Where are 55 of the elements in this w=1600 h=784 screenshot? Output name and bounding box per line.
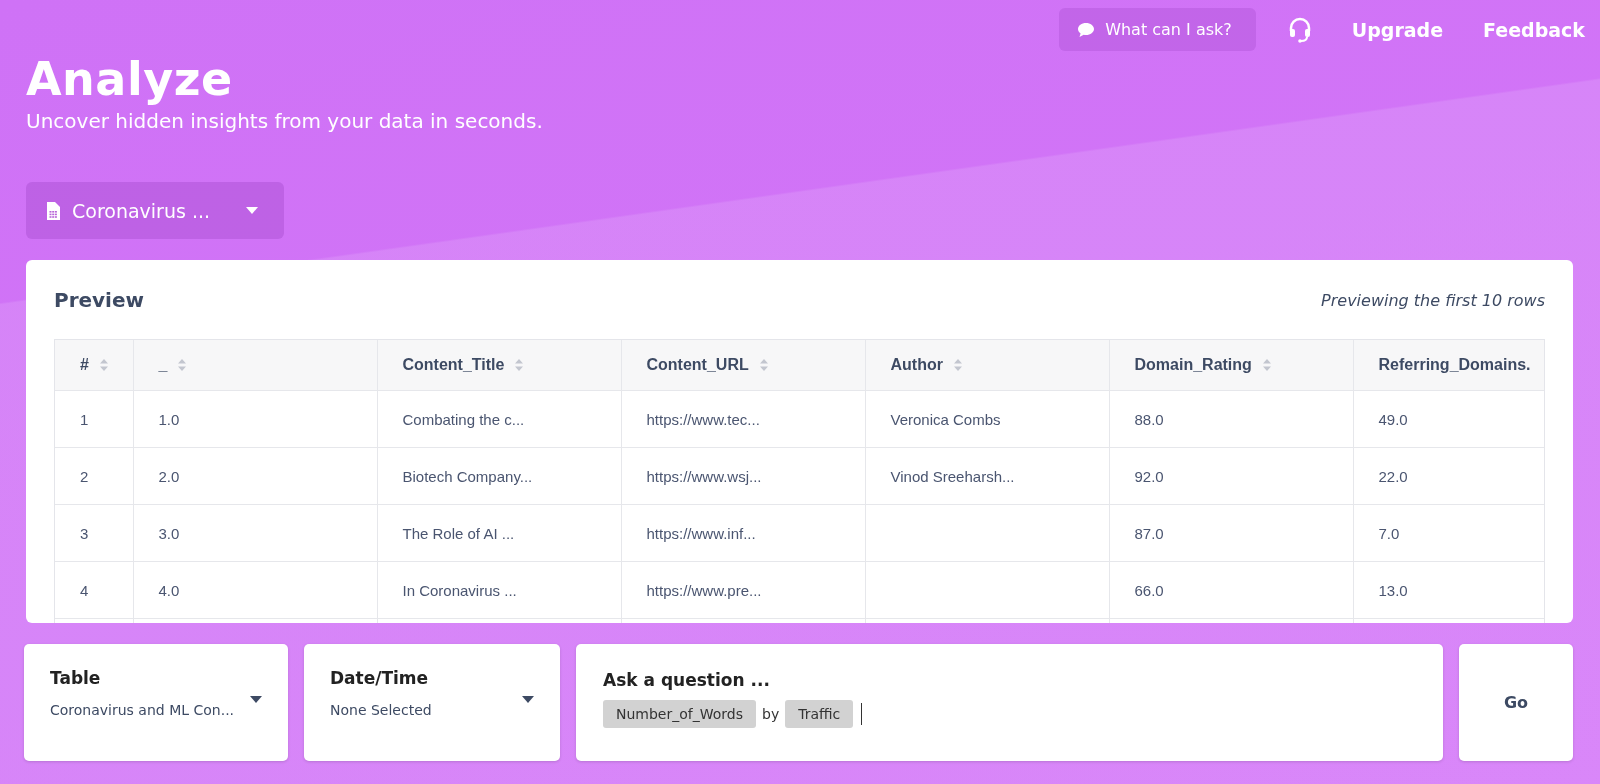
column-header[interactable]: Content_Title: [402, 356, 505, 374]
section-title: Preview: [54, 288, 145, 312]
table-cell: 87.0: [1134, 524, 1164, 542]
preview-note: Previewing the first 10 rows: [1321, 290, 1545, 310]
text-cursor: [861, 703, 863, 725]
field-chip[interactable]: Traffic: [785, 700, 854, 728]
table-cell: 7.0: [1378, 524, 1400, 542]
caret-icon: [246, 207, 258, 214]
caret-icon: [250, 696, 262, 703]
headset-icon[interactable]: [1287, 16, 1312, 43]
column-header[interactable]: _: [158, 356, 168, 374]
table-cell: 3: [80, 524, 89, 542]
table-cell: 2.0: [158, 467, 180, 485]
table-cell: 3.0: [158, 524, 180, 542]
column-header[interactable]: #: [80, 356, 89, 374]
table-cell: 92.0: [1134, 467, 1164, 485]
sort-icon[interactable]: [758, 357, 769, 373]
table-cell: https://www.inf...: [646, 524, 756, 542]
question-field[interactable]: Ask a question ... Number_of_Words by Traffic: [576, 644, 1443, 761]
sort-icon[interactable]: [514, 357, 525, 373]
sort-icon[interactable]: [177, 357, 188, 373]
spreadsheet-file-icon: [46, 201, 60, 220]
sort-icon[interactable]: [98, 357, 109, 373]
table-cell: Veronica Combs: [890, 410, 1001, 428]
table-cell: 1: [80, 410, 89, 428]
page-subtitle: Uncover hidden insights from your data in seconds.: [26, 108, 544, 135]
sort-icon[interactable]: [1261, 357, 1272, 373]
field-chip[interactable]: Number_of_Words: [603, 700, 756, 728]
table-cell: 13.0: [1378, 581, 1408, 599]
page-title: Analyze: [26, 51, 234, 107]
go-button[interactable]: Go: [1459, 644, 1573, 761]
table-cell: 49.0: [1378, 410, 1408, 428]
selector-dropdown[interactable]: Date/Time None Selected: [304, 644, 560, 761]
table-cell: 1.0: [158, 410, 180, 428]
table-cell: 88.0: [1134, 410, 1164, 428]
table-cell: https://www.tec...: [646, 410, 760, 428]
table-cell: Biotech Company...: [402, 467, 533, 485]
table-cell: https://www.pre...: [646, 581, 762, 599]
column-header[interactable]: Content_URL: [646, 356, 749, 374]
table-cell: The Role of AI ...: [402, 524, 515, 542]
column-header[interactable]: Domain_Rating: [1134, 356, 1252, 374]
column-header[interactable]: Author: [890, 356, 943, 374]
table-cell: Combating the c...: [402, 410, 525, 428]
table-cell: 2: [80, 467, 89, 485]
table-cell: 4.0: [158, 581, 180, 599]
selector-dropdown[interactable]: Table Coronavirus and ML Con...: [24, 644, 288, 761]
table-cell: 66.0: [1134, 581, 1164, 599]
table-cell: 4: [80, 581, 89, 599]
table-cell: In Coronavirus ...: [402, 581, 517, 599]
table-cell: 22.0: [1378, 467, 1408, 485]
table-cell: https://www.wsj...: [646, 467, 762, 485]
chat-bubble-icon: [1077, 21, 1096, 38]
caret-icon: [522, 696, 534, 703]
sort-icon[interactable]: [952, 357, 963, 373]
table-cell: Vinod Sreeharsh...: [890, 467, 1015, 485]
